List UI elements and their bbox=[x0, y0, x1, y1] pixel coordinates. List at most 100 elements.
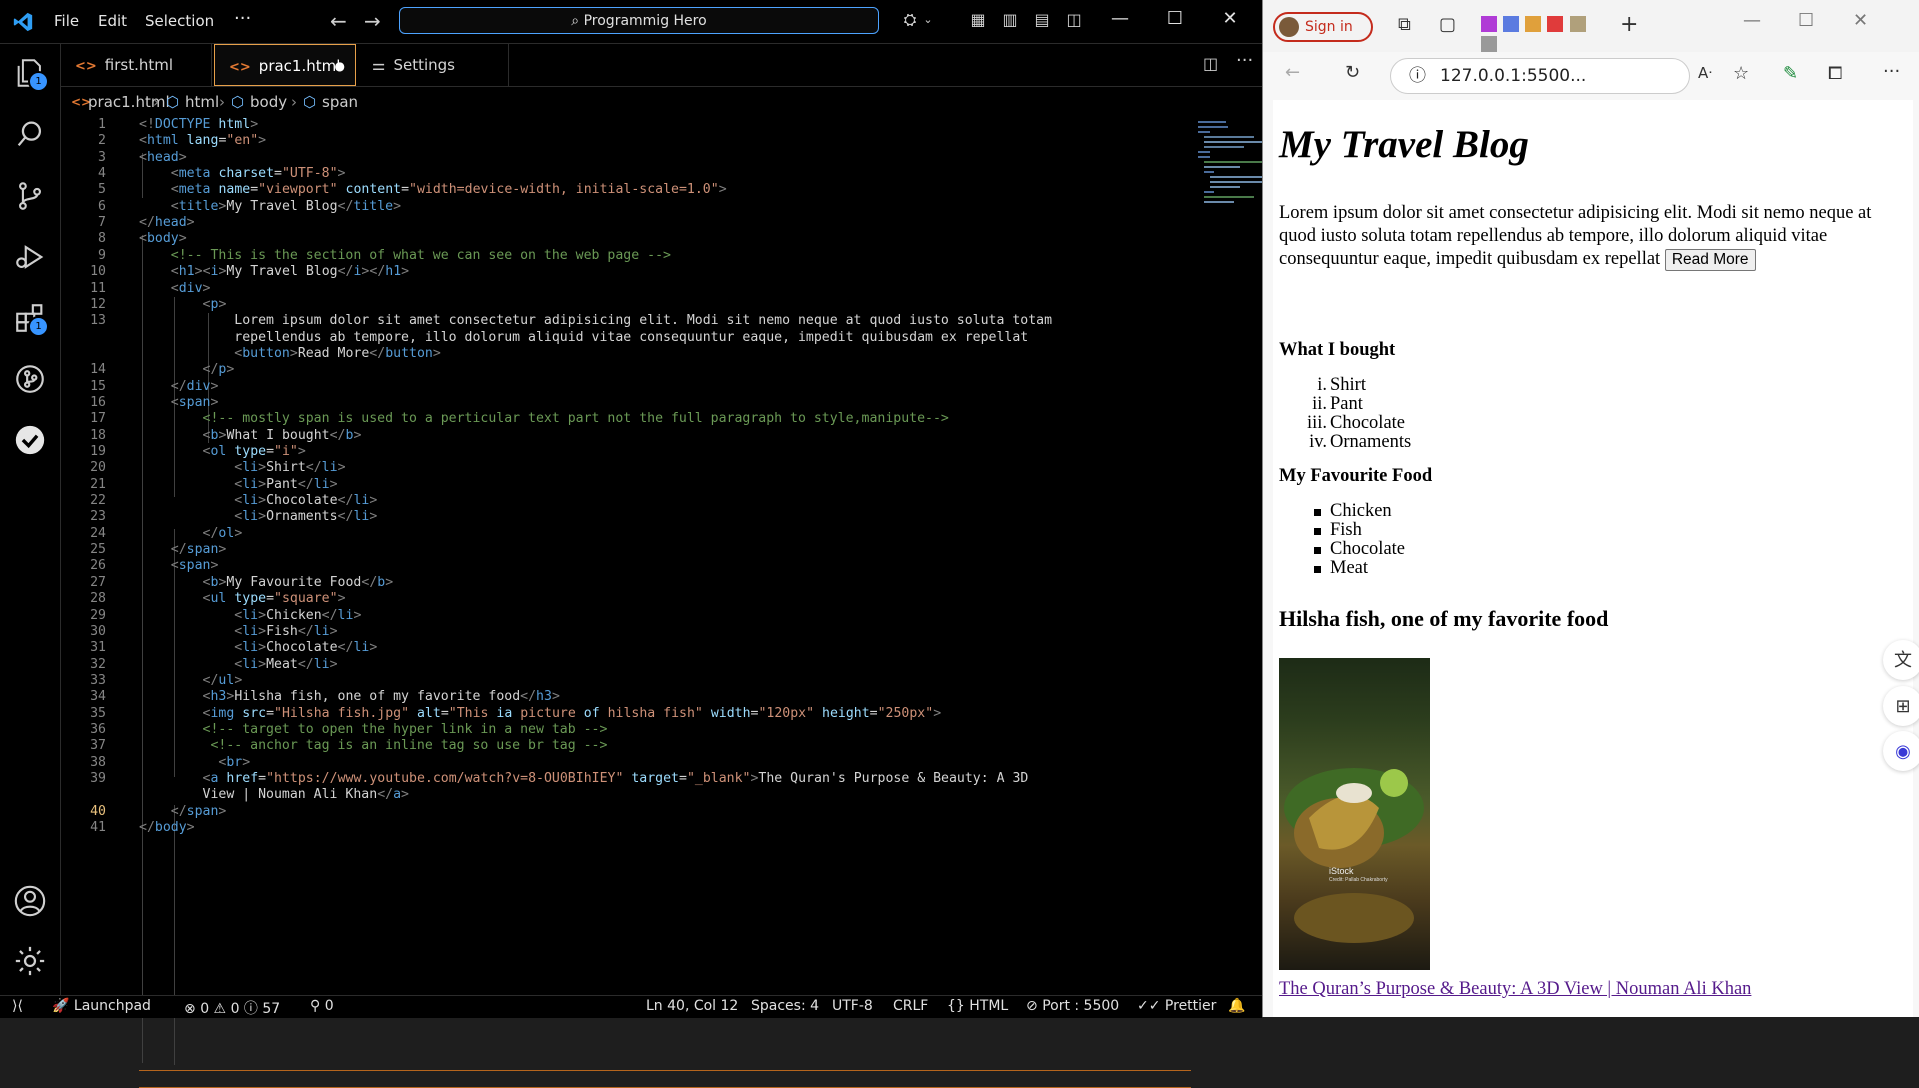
list-marker: iv. bbox=[1309, 432, 1327, 452]
code-line: </body> bbox=[139, 820, 195, 836]
settings-sliders-icon: ⚌ bbox=[372, 56, 386, 74]
forward-arrow-icon[interactable]: → bbox=[364, 9, 381, 33]
line-number: 40 bbox=[90, 803, 106, 819]
youtube-link[interactable]: The Quran’s Purpose & Beauty: A 3D View … bbox=[1279, 979, 1751, 1000]
toggle-panel-icon[interactable]: ▤ bbox=[1032, 10, 1052, 30]
unsaved-dot-icon[interactable]: ● bbox=[335, 45, 345, 87]
tab-settings[interactable]: ⚌ Settings bbox=[358, 44, 509, 86]
maximize-button[interactable]: ☐ bbox=[1798, 10, 1814, 31]
run-debug-icon[interactable] bbox=[13, 240, 47, 274]
toggle-secondary-sidebar-icon[interactable]: ◫ bbox=[1064, 10, 1084, 30]
toggle-sidebar-icon[interactable]: ▥ bbox=[1000, 10, 1020, 30]
manage-gear-icon[interactable] bbox=[13, 944, 47, 978]
source-control-icon[interactable] bbox=[13, 179, 47, 213]
workspaces-icon[interactable]: ⧉ bbox=[1398, 14, 1411, 35]
line-number: 26 bbox=[90, 558, 106, 574]
apps-grid-icon[interactable]: ⊞ bbox=[1883, 686, 1919, 726]
code-editor[interactable]: 1 <!DOCTYPE html> 2 <html lang="en"> 3 <head>… bbox=[61, 117, 1321, 1088]
split-editor-icon[interactable]: ◫ bbox=[1203, 54, 1218, 73]
code-line: <p> bbox=[202, 296, 227, 312]
html-file-icon: <> bbox=[75, 59, 97, 74]
read-more-button[interactable]: Read More bbox=[1664, 249, 1756, 271]
line-number: 11 bbox=[90, 280, 106, 296]
notifications-bell-icon[interactable]: 🔔 bbox=[1228, 998, 1245, 1014]
assistant-bot-icon[interactable]: ◉ bbox=[1883, 731, 1919, 771]
pen-extension-icon[interactable]: ✎ bbox=[1783, 63, 1798, 84]
minimize-button[interactable]: — bbox=[1743, 10, 1761, 31]
cursor-position[interactable]: Ln 40, Col 12 bbox=[646, 998, 738, 1014]
menu-more[interactable]: ··· bbox=[234, 8, 251, 29]
translate-icon[interactable]: 文 bbox=[1883, 640, 1919, 680]
tab-actions-icon[interactable]: ▢ bbox=[1439, 14, 1456, 35]
code-line: <h1><i>My Travel Blog</i></h1> bbox=[170, 264, 410, 280]
new-tab-icon[interactable]: + bbox=[1620, 12, 1638, 37]
port-label: Port : 5500 bbox=[1042, 998, 1120, 1014]
accounts-icon[interactable] bbox=[13, 884, 47, 918]
more-actions-icon[interactable]: ··· bbox=[1236, 50, 1253, 71]
close-button[interactable]: ✕ bbox=[1215, 8, 1245, 29]
encoding[interactable]: UTF-8 bbox=[832, 998, 873, 1014]
maximize-button[interactable]: ☐ bbox=[1160, 8, 1190, 29]
browser-window: Sign in ⧉ ▢ + — ☐ ✕ ← ↻ ⓘ 127.0.0.1:5500.… bbox=[1262, 0, 1919, 1017]
tab-favicon-icon bbox=[1525, 16, 1542, 32]
editor-tabs: <> first.html <> prac1.html ● ⚌ Settings ◫ … bbox=[61, 44, 1262, 87]
sign-in-button[interactable]: Sign in bbox=[1273, 12, 1373, 42]
remote-icon[interactable]: ⟩⟨ bbox=[12, 998, 23, 1014]
copilot-icon[interactable]: ⛭ bbox=[900, 10, 920, 30]
line-ending[interactable]: CRLF bbox=[893, 998, 928, 1014]
language-mode[interactable]: {} HTML bbox=[947, 998, 1008, 1014]
image-credit: Credit: Pallab Chakraborty bbox=[1329, 877, 1388, 883]
read-aloud-icon[interactable]: Aᐧ bbox=[1698, 64, 1712, 82]
back-arrow-icon[interactable]: ← bbox=[1285, 62, 1300, 83]
code-line: <li>Fish</li> bbox=[234, 623, 338, 639]
checkmark-icon[interactable] bbox=[13, 423, 47, 457]
settings-more-icon[interactable]: ··· bbox=[1883, 61, 1900, 82]
address-bar[interactable]: ⓘ 127.0.0.1:5500... bbox=[1390, 58, 1690, 94]
bought-item: Shirt bbox=[1330, 375, 1366, 395]
bought-item: Chocolate bbox=[1330, 413, 1406, 433]
breadcrumb-span[interactable]: span bbox=[322, 88, 358, 116]
youtube-icon bbox=[1547, 16, 1564, 32]
code-line: <html lang="en"> bbox=[139, 133, 267, 149]
tab-prac1-html[interactable]: <> prac1.html ● bbox=[214, 44, 356, 86]
problems-item[interactable]: ⊗ 0 ⚠ 0 ⓘ 57 bbox=[184, 998, 280, 1018]
ports-item[interactable]: ⚲ 0 bbox=[310, 998, 334, 1014]
square-bullet bbox=[1314, 528, 1321, 535]
menu-file[interactable]: File bbox=[54, 12, 79, 30]
chevron-down-icon[interactable]: ⌄ bbox=[918, 10, 938, 30]
menu-selection[interactable]: Selection bbox=[145, 12, 214, 30]
refresh-icon[interactable]: ↻ bbox=[1345, 62, 1360, 83]
search-view-icon[interactable] bbox=[13, 117, 47, 151]
customize-layout-icon[interactable]: ▦ bbox=[968, 10, 988, 30]
launchpad-item[interactable]: 🚀 Launchpad bbox=[52, 998, 151, 1014]
command-center-search[interactable]: ⌕ Programmig Hero bbox=[399, 7, 879, 34]
indentation[interactable]: Spaces: 4 bbox=[751, 998, 819, 1014]
favorite-star-icon[interactable]: ☆ bbox=[1733, 63, 1749, 84]
minimize-button[interactable]: — bbox=[1105, 8, 1135, 29]
bought-heading: What I bought bbox=[1279, 340, 1396, 360]
live-server-port[interactable]: ⊘ Port : 5500 bbox=[1026, 998, 1119, 1014]
title-bar: File Edit Selection ··· ← → ⌕ Programmig… bbox=[0, 0, 1262, 44]
explorer-icon[interactable]: 1 bbox=[13, 56, 49, 92]
code-line: <li>Chicken</li> bbox=[234, 607, 362, 623]
sign-in-label: Sign in bbox=[1305, 19, 1353, 35]
close-button[interactable]: ✕ bbox=[1853, 10, 1868, 31]
code-line: <span> bbox=[170, 558, 219, 574]
line-number: 22 bbox=[90, 493, 106, 509]
chevron-right-icon: › bbox=[219, 93, 225, 111]
browser-tab-row: Sign in ⧉ ▢ + — ☐ ✕ bbox=[1263, 0, 1919, 52]
fish-illustration bbox=[1284, 768, 1424, 943]
extensions-icon[interactable]: 1 bbox=[13, 301, 49, 337]
pinned-tabs[interactable] bbox=[1481, 16, 1601, 52]
line-number: 4 bbox=[98, 166, 106, 182]
code-line: </span> bbox=[170, 803, 227, 819]
back-arrow-icon[interactable]: ← bbox=[330, 9, 347, 33]
breadcrumb-body[interactable]: body bbox=[250, 88, 287, 116]
extensions-puzzle-icon[interactable]: ⧠ bbox=[1828, 63, 1842, 84]
git-graph-icon[interactable] bbox=[13, 362, 47, 396]
breadcrumb-html[interactable]: html bbox=[185, 88, 219, 116]
info-count: 57 bbox=[262, 1001, 281, 1017]
menu-edit[interactable]: Edit bbox=[98, 12, 127, 30]
tab-first-html[interactable]: <> first.html bbox=[61, 44, 212, 86]
prettier-item[interactable]: ✓✓ Prettier bbox=[1137, 998, 1216, 1014]
